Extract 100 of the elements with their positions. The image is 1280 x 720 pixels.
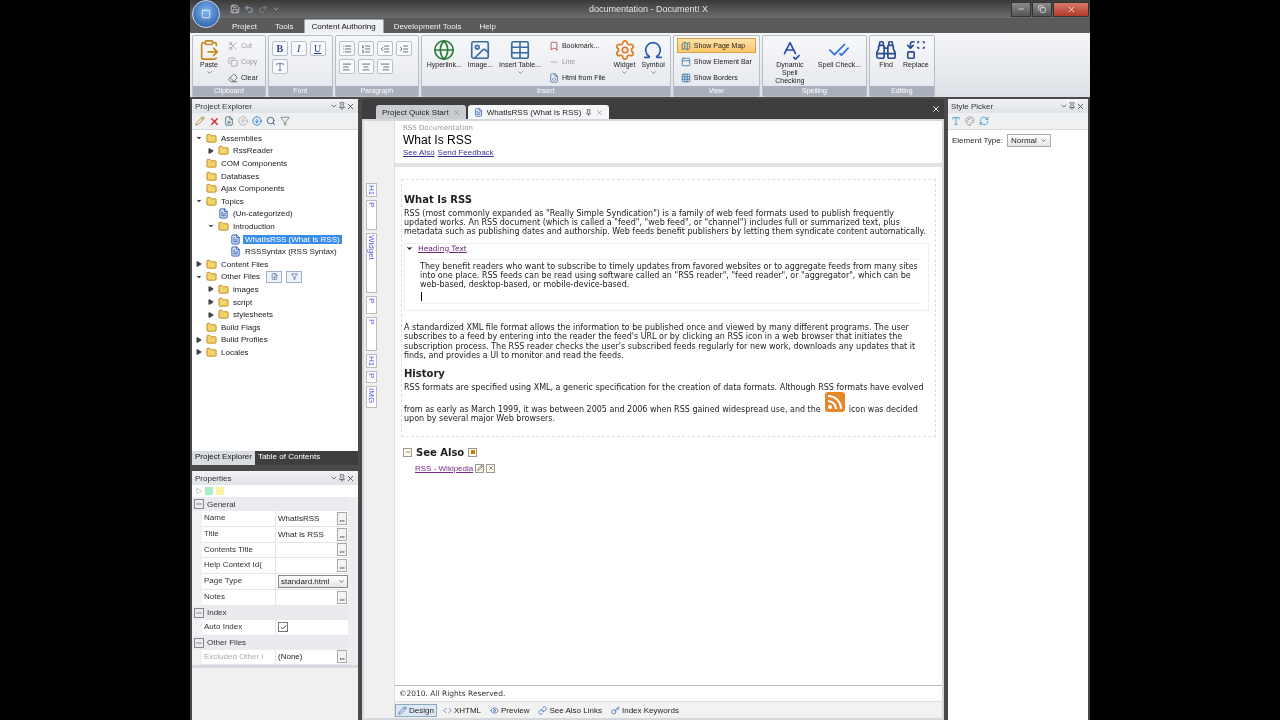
ribbon-tab[interactable]: Help (471, 19, 504, 33)
refresh-icon[interactable] (979, 116, 989, 126)
element-tag[interactable]: P (366, 200, 377, 231)
dropdown-icon[interactable] (330, 102, 338, 110)
application-button[interactable] (192, 0, 220, 28)
reference-link[interactable]: RSS - Wikipedia (415, 463, 474, 473)
collapse-icon[interactable] (194, 499, 204, 509)
move-down-icon[interactable] (252, 116, 262, 126)
ribbon-tab[interactable]: Content Authoring (303, 19, 384, 33)
toolbar-button[interactable] (338, 41, 355, 56)
tree-item[interactable]: Content Files (219, 259, 271, 269)
tree-item[interactable]: Assemblies (219, 133, 264, 143)
dropdown-icon[interactable] (272, 5, 280, 13)
view-tab[interactable]: Preview (487, 703, 533, 717)
element-tag[interactable]: IMG (366, 386, 377, 409)
view-tab[interactable]: Design (395, 703, 437, 717)
save-icon[interactable] (230, 4, 240, 14)
format-button[interactable]: B (271, 41, 288, 56)
ribbon-tab[interactable]: Project (224, 19, 265, 33)
ellipsis-button[interactable] (337, 559, 347, 573)
pin-icon[interactable] (338, 102, 346, 110)
toolbar-button[interactable] (357, 41, 374, 56)
tree-item[interactable]: Other Files (219, 272, 263, 282)
collapse-icon[interactable] (194, 607, 204, 618)
property-dropdown[interactable]: standard.html (278, 575, 348, 589)
collapsed-arrow-icon[interactable] (196, 261, 202, 268)
filter-icon[interactable] (280, 116, 290, 126)
add-file-button[interactable] (266, 270, 283, 283)
header-link[interactable]: Send Feedback (437, 148, 494, 157)
edit-icon[interactable] (475, 463, 485, 473)
ribbon-tab[interactable]: Tools (266, 19, 302, 33)
close-icon[interactable] (346, 473, 355, 483)
collapse-icon[interactable] (403, 447, 412, 457)
minimize-button[interactable] (1011, 1, 1031, 17)
undo-icon[interactable] (244, 4, 254, 14)
collapsed-arrow-icon[interactable] (208, 299, 214, 305)
panel-tab[interactable]: Table of Contents (254, 451, 324, 465)
collapse-icon[interactable] (194, 637, 204, 648)
toolbar-button[interactable] (338, 59, 355, 74)
dropdown-icon[interactable] (1060, 102, 1068, 110)
collapsed-arrow-icon[interactable] (208, 311, 214, 318)
view-tab[interactable]: Index Keywords (607, 703, 682, 717)
property-checkbox[interactable] (278, 622, 288, 633)
remove-icon[interactable] (486, 463, 496, 473)
pin-icon[interactable] (1068, 102, 1076, 110)
element-tag[interactable]: Widget (366, 233, 377, 294)
panel-tab[interactable]: Project Explorer (192, 451, 255, 465)
filter-button[interactable] (286, 270, 303, 283)
tree-item[interactable]: RssReader (231, 146, 275, 156)
tree-item[interactable]: Databases (219, 171, 262, 181)
element-tag[interactable]: H1 (366, 183, 377, 198)
format-button[interactable]: U (309, 41, 326, 56)
collapsed-arrow-icon[interactable] (208, 286, 214, 293)
pin-icon[interactable] (338, 474, 346, 482)
element-type-dropdown[interactable]: Normal (1007, 134, 1051, 147)
document-tab[interactable]: WhatIsRSS (What Is RSS) (467, 105, 610, 119)
toolbar-button[interactable] (357, 59, 374, 74)
ellipsis-button[interactable] (337, 543, 347, 557)
tree-item[interactable]: stylesheets (231, 310, 276, 320)
redo-icon[interactable] (258, 4, 268, 14)
format-button[interactable]: I (290, 41, 307, 56)
tree-item[interactable]: Introduction (231, 221, 277, 231)
element-tag[interactable]: P (366, 317, 377, 352)
toolbar-button[interactable] (271, 59, 288, 74)
delete-icon[interactable] (209, 115, 220, 127)
dropdown-icon[interactable] (330, 474, 338, 482)
element-tag[interactable]: P (366, 296, 377, 315)
element-tag[interactable]: P (366, 371, 377, 384)
tree-item[interactable]: images (231, 284, 261, 294)
tree-item[interactable]: Locales (219, 347, 251, 357)
edit-icon[interactable] (195, 116, 205, 126)
view-tab[interactable]: See Also Links (535, 703, 605, 717)
ribbon-tab[interactable]: Development Tools (385, 19, 470, 33)
text-style-icon[interactable] (951, 116, 961, 126)
close-button[interactable] (1053, 1, 1089, 17)
add-link-icon[interactable] (468, 447, 478, 457)
toolbar-button[interactable] (376, 59, 393, 74)
collapsed-arrow-icon[interactable] (208, 147, 214, 154)
ellipsis-button[interactable] (337, 511, 347, 525)
tree-item[interactable]: COM Components (219, 159, 290, 168)
expand-arrow-icon[interactable] (196, 488, 202, 494)
tree-item[interactable]: (Un-categorized) (231, 209, 295, 219)
element-tag[interactable]: H1 (366, 354, 377, 369)
view-tab[interactable]: XHTML (439, 703, 485, 717)
property-value[interactable]: What Is RSS (278, 529, 324, 539)
tree-item[interactable]: Ajax Components (219, 184, 287, 194)
header-link[interactable]: See Also (403, 148, 435, 157)
collapsed-arrow-icon[interactable] (196, 336, 202, 343)
new-file-icon[interactable] (224, 116, 234, 126)
toolbar-button[interactable] (395, 41, 412, 56)
tree-item[interactable]: RSSSyntax (RSS Syntax) (243, 247, 339, 257)
document-tab[interactable]: Project Quick Start (376, 105, 466, 119)
pin-icon[interactable] (585, 108, 593, 116)
tree-item[interactable]: Topics (219, 196, 246, 206)
toolbar-button[interactable] (376, 41, 393, 56)
close-icon[interactable] (346, 101, 355, 111)
property-value[interactable]: WhatIsRSS (278, 513, 320, 523)
close-icon[interactable] (931, 104, 941, 114)
tree-item[interactable]: script (231, 297, 255, 307)
ellipsis-button[interactable] (337, 590, 347, 604)
